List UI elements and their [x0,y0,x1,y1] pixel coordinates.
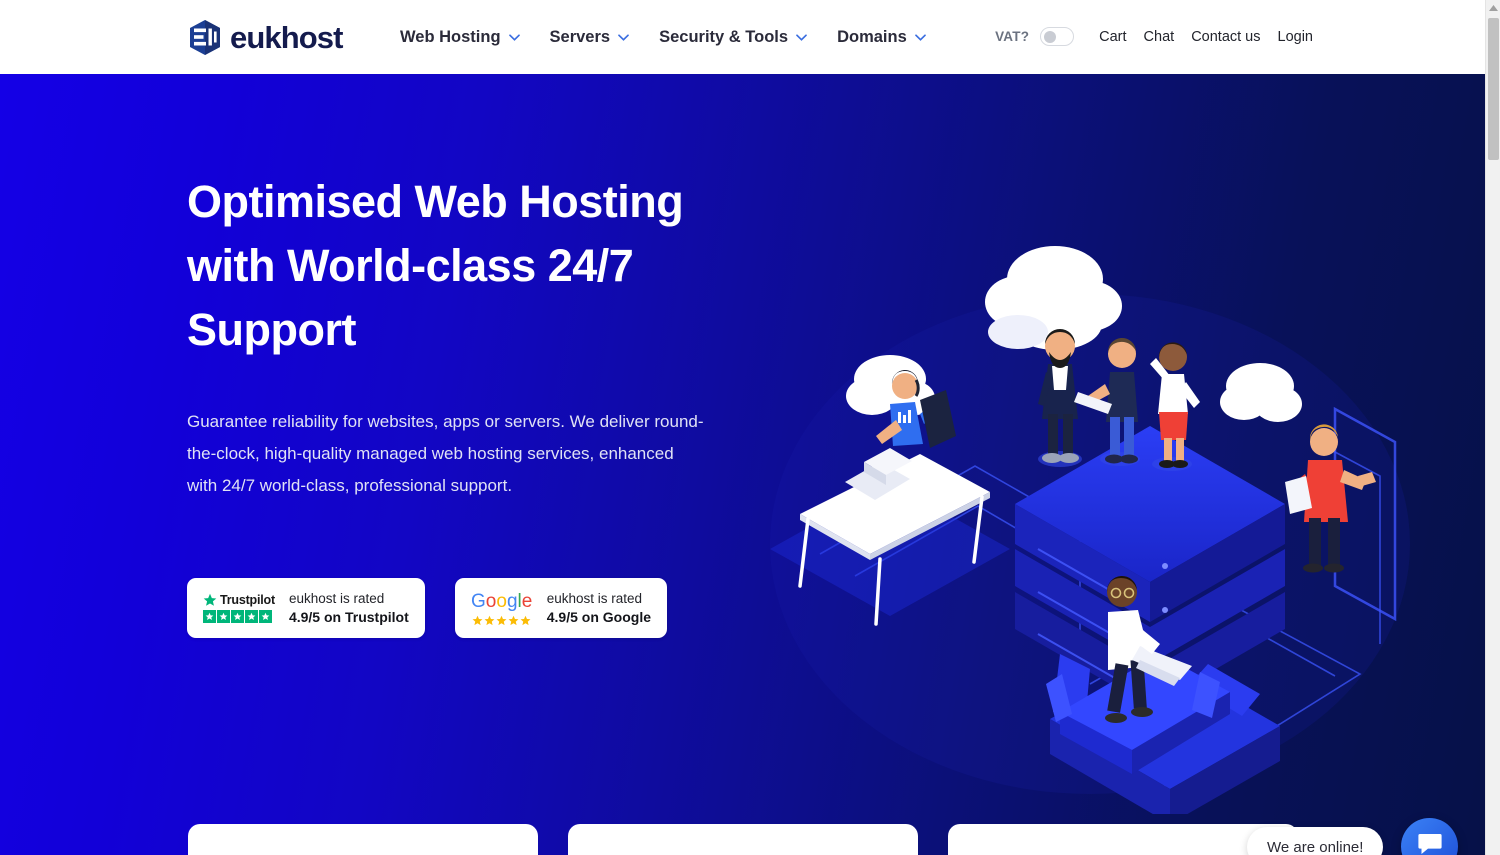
badge-line-1: eukhost is rated [546,591,643,606]
contact-us-link[interactable]: Contact us [1191,29,1260,45]
rating-badges: Trustpilot eukhost is rated 4.9/5 on Tru [187,578,667,638]
star-filled [259,610,272,623]
browser-viewport: eukhost Web Hosting Servers Security & T [0,0,1485,855]
nav-label: Servers [549,28,611,46]
svg-text:Google: Google [471,591,532,612]
trustpilot-star-icon [203,593,217,606]
cart-link[interactable]: Cart [1099,29,1126,45]
nav-label: Domains [837,28,907,46]
chat-bubble-icon [1417,832,1443,855]
star-filled [484,615,495,625]
main-navigation: Web Hosting Servers Security & Tools Dom… [400,24,926,50]
chat-status-bubble[interactable]: We are online! [1247,827,1384,855]
chat-link[interactable]: Chat [1144,29,1175,45]
scrollbar-thumb[interactable] [1488,18,1499,160]
badge-line-2: 4.9/5 on Trustpilot [288,609,409,625]
site-header: eukhost Web Hosting Servers Security & T [0,0,1485,74]
badge-line-2: 4.9/5 on Google [546,609,651,625]
star-filled [496,615,507,625]
trustpilot-star-rating [203,610,272,623]
hero-subtitle: Guarantee reliability for websites, apps… [187,412,704,495]
page-root: eukhost Web Hosting Servers Security & T [0,0,1500,855]
page-scrollbar[interactable] [1485,0,1500,855]
login-link[interactable]: Login [1278,29,1313,45]
feature-card-1[interactable] [188,824,538,855]
hero-copy: Optimised Web Hosting with World-class 2… [187,170,747,502]
badge-line-1: eukhost is rated [288,591,385,606]
feature-card-2[interactable] [568,824,918,855]
chevron-down-icon [914,33,926,41]
trustpilot-wordmark: Trustpilot [220,593,275,607]
vat-toggle-knob [1044,31,1057,43]
chevron-down-icon [618,33,629,41]
star-filled [217,610,230,623]
google-star-rating [472,615,531,626]
nav-item-domains[interactable]: Domains [837,24,926,50]
vat-label: VAT? [995,29,1030,44]
nav-label: Web Hosting [400,28,501,46]
chevron-down-icon [796,33,807,41]
chat-launcher-button[interactable] [1401,818,1458,855]
feature-card-3[interactable] [948,824,1298,855]
logo-text: eukhost [230,20,343,55]
scroll-up-arrow-icon[interactable] [1486,0,1500,16]
page-title: Optimised Web Hosting with World-class 2… [187,176,684,355]
nav-item-web-hosting[interactable]: Web Hosting [400,24,520,50]
star-filled [520,615,531,625]
nav-item-security-and-tools[interactable]: Security & Tools [659,24,807,50]
google-logo: Google [471,591,533,626]
site-logo[interactable]: eukhost [187,19,343,56]
star-filled [231,610,244,623]
chat-status-text: We are online! [1267,838,1364,855]
trustpilot-logo: Trustpilot [203,593,275,623]
nav-label: Security & Tools [659,28,789,46]
chevron-down-icon [508,33,520,41]
star-filled [245,610,258,623]
google-wordmark-icon: Google [471,591,532,612]
hero-illustration [760,214,1420,824]
eukhost-shield-icon [187,19,223,56]
trustpilot-rating-badge[interactable]: Trustpilot eukhost is rated 4.9/5 on Tru [187,578,425,638]
star-filled [508,615,519,625]
utility-navigation: VAT? Cart Chat Contact us Login [995,27,1313,46]
star-filled [203,610,216,623]
star-filled [472,615,483,625]
google-rating-badge[interactable]: Google eukhost is rated 4.9/5 on Google [454,578,667,638]
nav-item-servers[interactable]: Servers [550,24,630,50]
hero-section: Optimised Web Hosting with World-class 2… [0,74,1485,855]
vat-toggle[interactable] [1040,27,1075,46]
